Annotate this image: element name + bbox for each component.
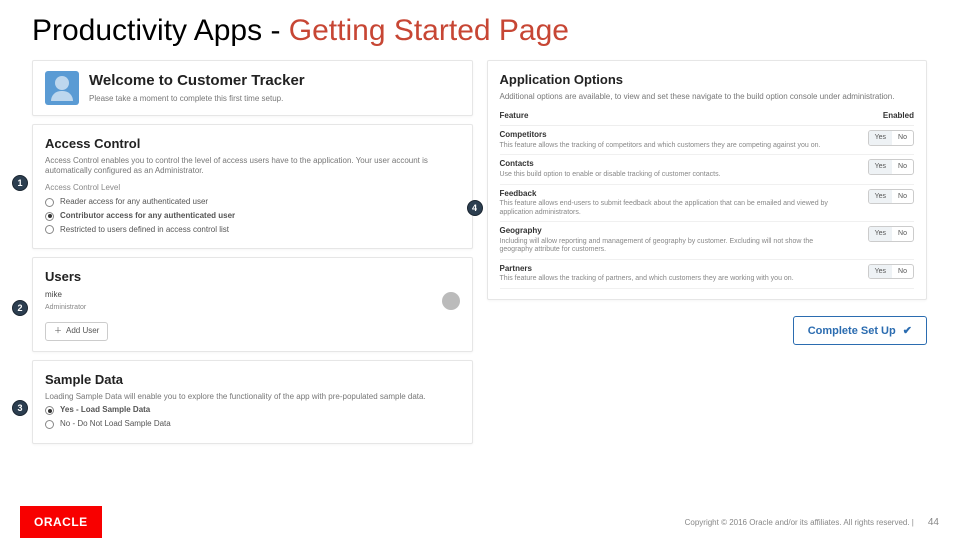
option-row: FeedbackThis feature allows end-users to… [500,184,915,222]
th-feature: Feature [500,108,845,125]
add-user-button[interactable]: ＋ Add User [45,322,108,341]
sample-data-card: Sample Data Loading Sample Data will ena… [32,360,473,444]
appopts-desc: Additional options are available, to vie… [500,92,915,103]
oracle-logo: ORACLE [20,506,102,538]
sample-opt-yes[interactable]: Yes - Load Sample Data [45,405,460,416]
option-desc: Use this build option to enable or disab… [500,171,845,179]
access-subhead: Access Control Level [45,183,460,194]
option-row: CompetitorsThis feature allows the track… [500,126,915,155]
check-icon: ✔ [903,325,912,337]
option-cell: PartnersThis feature allows the tracking… [500,259,845,288]
option-enabled-cell: YesNo [844,126,914,155]
toggle-no[interactable]: No [892,265,913,278]
user-avatar-icon [442,292,460,310]
avatar-icon [45,71,79,105]
copyright-text: Copyright © 2016 Oracle and/or its affil… [102,518,914,527]
toggle-yes[interactable]: Yes [869,160,892,173]
radio-icon [45,198,54,207]
access-opt-contributor[interactable]: Contributor access for any authenticated… [45,211,460,222]
sample-opt-no[interactable]: No - Do Not Load Sample Data [45,419,460,430]
option-name: Contacts [500,159,845,170]
sample-desc: Loading Sample Data will enable you to e… [45,392,460,403]
radio-icon-selected [45,406,54,415]
toggle-no[interactable]: No [892,227,913,240]
access-heading: Access Control [45,135,460,153]
sample-heading: Sample Data [45,371,460,389]
toggle-no[interactable]: No [892,160,913,173]
toggle-yes[interactable]: Yes [869,227,892,240]
option-desc: This feature allows the tracking of part… [500,275,845,283]
yes-no-toggle[interactable]: YesNo [868,189,914,204]
option-enabled-cell: YesNo [844,259,914,288]
left-column: 1 2 3 Welcome to Customer Tracker Please… [32,60,473,482]
option-enabled-cell: YesNo [844,222,914,260]
title-red: Getting Started Page [289,14,569,47]
toggle-yes[interactable]: Yes [869,131,892,144]
toggle-no[interactable]: No [892,190,913,203]
user-role: Administrator [45,303,86,312]
complete-label: Complete Set Up [808,325,896,337]
appopts-heading: Application Options [500,71,915,89]
option-cell: CompetitorsThis feature allows the track… [500,126,845,155]
complete-setup-button[interactable]: Complete Set Up ✔ [793,316,927,345]
option-cell: ContactsUse this build option to enable … [500,155,845,184]
yes-no-toggle[interactable]: YesNo [868,226,914,241]
option-row: PartnersThis feature allows the tracking… [500,259,915,288]
add-user-label: Add User [66,326,99,337]
page-number: 44 [928,517,939,528]
option-desc: This feature allows end-users to submit … [500,200,845,217]
option-name: Partners [500,264,845,275]
option-name: Geography [500,226,845,237]
radio-icon [45,225,54,234]
toggle-yes[interactable]: Yes [869,265,892,278]
callout-2: 2 [12,300,28,316]
th-enabled: Enabled [844,108,914,125]
access-opt-reader[interactable]: Reader access for any authenticated user [45,197,460,208]
access-desc: Access Control enables you to control th… [45,156,460,178]
yes-no-toggle[interactable]: YesNo [868,264,914,279]
yes-no-toggle[interactable]: YesNo [868,159,914,174]
option-row: GeographyIncluding will allow reporting … [500,222,915,260]
access-opt-restricted[interactable]: Restricted to users defined in access co… [45,225,460,236]
user-row: mike Administrator [45,290,460,312]
option-name: Competitors [500,130,845,141]
option-name: Feedback [500,189,845,200]
content-area: 1 2 3 Welcome to Customer Tracker Please… [32,60,927,482]
right-column: 4 Application Options Additional options… [487,60,928,482]
callout-4: 4 [467,200,483,216]
callout-3: 3 [12,400,28,416]
welcome-card: Welcome to Customer Tracker Please take … [32,60,473,116]
footer: ORACLE Copyright © 2016 Oracle and/or it… [0,504,959,540]
welcome-sub: Please take a moment to complete this fi… [89,94,305,105]
app-options-card: Application Options Additional options a… [487,60,928,300]
welcome-heading: Welcome to Customer Tracker [89,71,305,91]
callout-1: 1 [12,175,28,191]
slide-title: Productivity Apps - Getting Started Page [32,14,569,48]
radio-icon-selected [45,212,54,221]
user-name: mike [45,290,86,301]
plus-icon: ＋ [54,326,62,337]
option-desc: This feature allows the tracking of comp… [500,142,845,150]
users-heading: Users [45,268,460,286]
users-card: Users mike Administrator ＋ Add User [32,257,473,352]
option-cell: FeedbackThis feature allows end-users to… [500,184,845,222]
option-cell: GeographyIncluding will allow reporting … [500,222,845,260]
options-table: Feature Enabled CompetitorsThis feature … [500,108,915,289]
toggle-yes[interactable]: Yes [869,190,892,203]
toggle-no[interactable]: No [892,131,913,144]
option-desc: Including will allow reporting and manag… [500,238,845,255]
access-control-card: Access Control Access Control enables yo… [32,124,473,249]
title-black: Productivity Apps - [32,14,289,47]
yes-no-toggle[interactable]: YesNo [868,130,914,145]
radio-icon [45,420,54,429]
option-enabled-cell: YesNo [844,155,914,184]
option-enabled-cell: YesNo [844,184,914,222]
option-row: ContactsUse this build option to enable … [500,155,915,184]
